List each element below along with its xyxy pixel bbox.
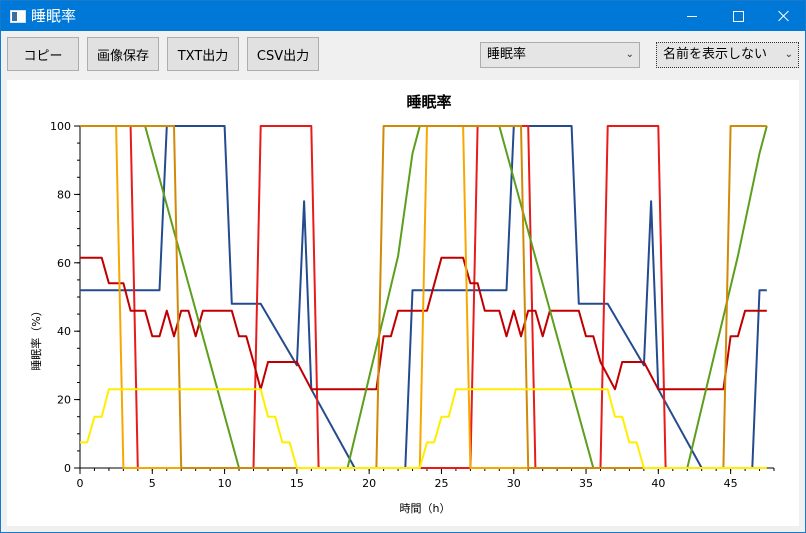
csv-export-button[interactable]: CSV出力 (247, 37, 319, 71)
name-display-select-value: 名前を表示しない (663, 47, 768, 62)
x-tick-label: 15 (290, 477, 304, 490)
maximize-icon (732, 10, 744, 22)
metric-select-value: 睡眠率 (487, 47, 527, 62)
chart-title: 睡眠率 (406, 93, 451, 111)
x-tick-label: 35 (579, 477, 593, 490)
x-tick-label: 20 (362, 477, 376, 490)
title-bar[interactable]: 睡眠率 (1, 1, 805, 31)
close-button[interactable] (761, 1, 806, 31)
x-axis-label: 時間（h） (400, 502, 451, 515)
copy-button[interactable]: コピー (7, 37, 79, 71)
save-image-button[interactable]: 画像保存 (87, 37, 159, 71)
y-tick-label: 60 (57, 257, 71, 270)
x-tick-label: 10 (218, 477, 232, 490)
window-title: 睡眠率 (31, 7, 77, 25)
chevron-down-icon: ⌄ (784, 49, 793, 60)
name-display-select[interactable]: 名前を表示しない ⌄ (656, 42, 799, 68)
close-icon (778, 10, 790, 22)
sleep-rate-chart: 睡眠率 時間（h） 睡眠率（%） 0 5 10 15 20 25 30 35 40 45 0 20 40… (29, 93, 775, 515)
y-axis-label: 睡眠率（%） (29, 305, 43, 370)
y-tick-label: 40 (57, 325, 71, 338)
x-tick-label: 5 (149, 477, 156, 490)
y-tick-label: 20 (57, 394, 71, 407)
x-tick-label: 0 (77, 477, 84, 490)
app-icon (10, 10, 26, 23)
metric-select[interactable]: 睡眠率 ⌄ (480, 42, 640, 68)
maximize-button[interactable] (715, 1, 761, 31)
y-tick-label: 100 (50, 120, 71, 133)
x-tick-label: 30 (507, 477, 521, 490)
y-tick-label: 0 (64, 462, 71, 475)
y-tick-label: 80 (57, 188, 71, 201)
txt-export-button[interactable]: TXT出力 (167, 37, 239, 71)
minimize-icon (687, 15, 697, 17)
chart-panel: 睡眠率 時間（h） 睡眠率（%） 0 5 10 15 20 25 30 35 40 45 0 20 40… (7, 80, 799, 526)
x-tick-label: 40 (651, 477, 665, 490)
app-window: 睡眠率 コピー 画像保存 TXT出力 CSV出力 睡眠率 ⌄ 名前を表示しない … (0, 0, 806, 533)
minimize-button[interactable] (669, 1, 715, 31)
x-tick-label: 25 (434, 477, 448, 490)
chevron-down-icon: ⌄ (625, 49, 634, 60)
series-layer (80, 125, 768, 469)
x-tick-label: 45 (724, 477, 738, 490)
